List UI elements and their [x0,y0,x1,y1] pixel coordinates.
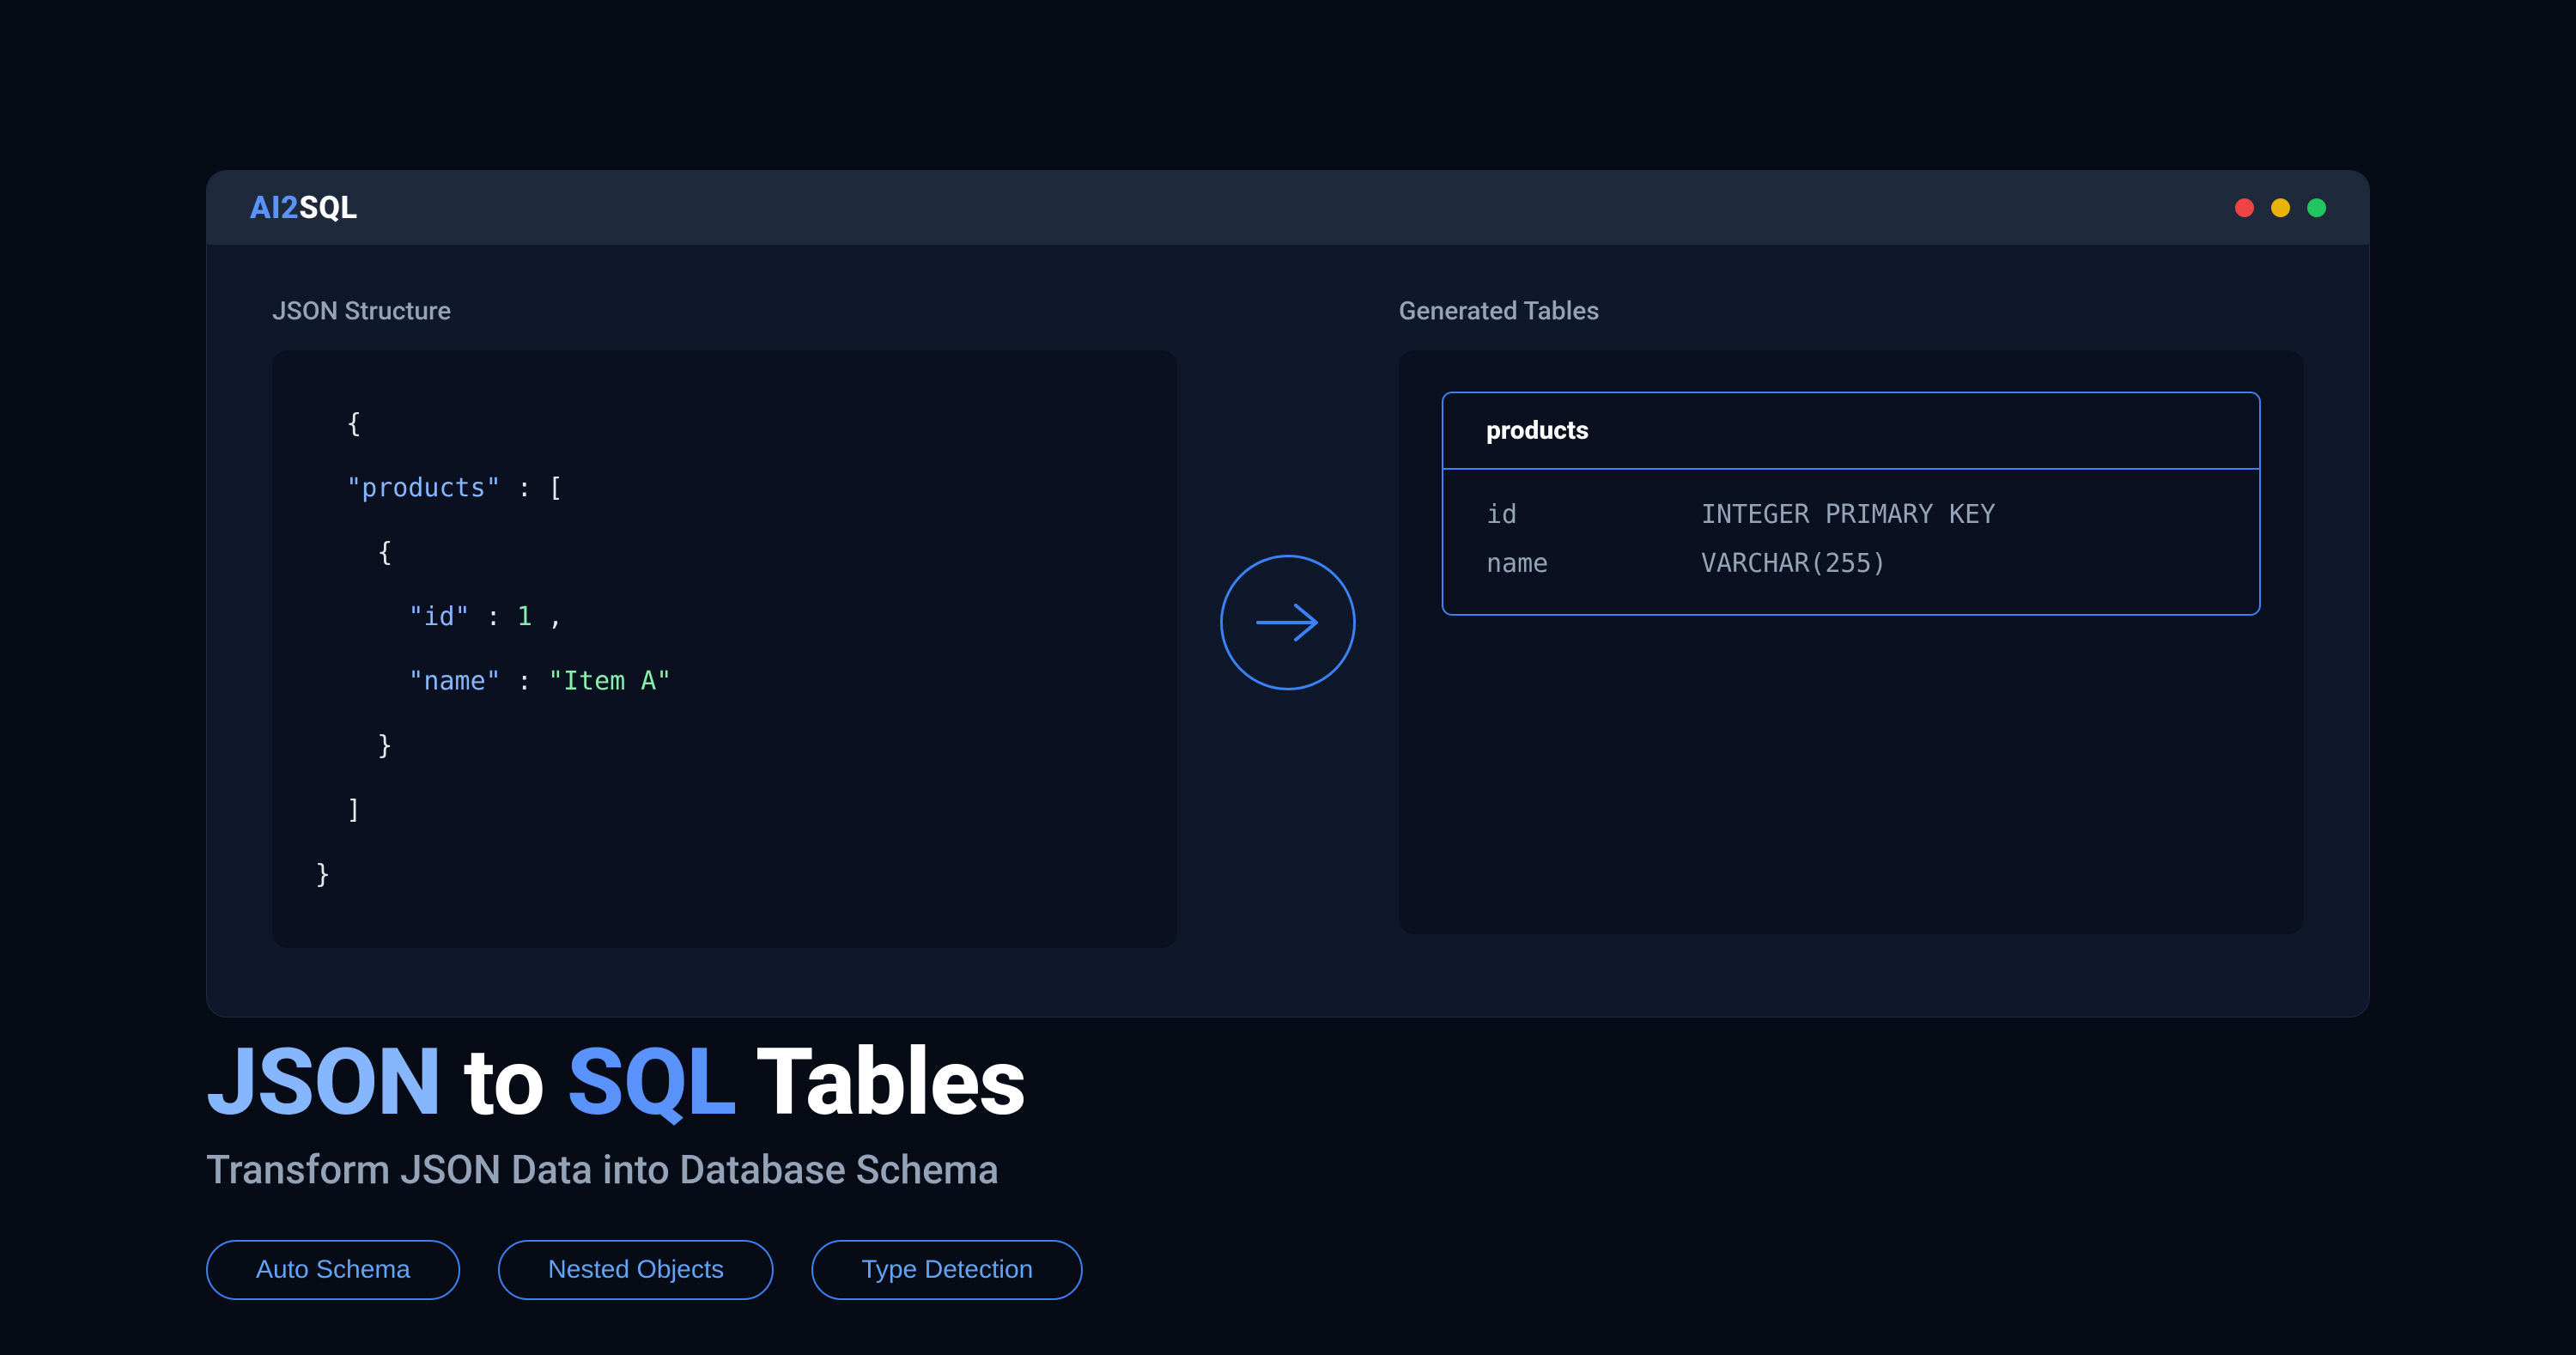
page-container: AI2SQL JSON Structure { "products" : [ {… [0,0,2576,1334]
hero-section: JSON to SQL Tables Transform JSON Data i… [206,1035,2370,1300]
hero-title-sql: SQL [567,1029,736,1137]
hero-title: JSON to SQL Tables [206,1035,2370,1132]
table-column-name: id [1486,490,1701,539]
json-code: { "products" : [ { "id" : 1 , "name" : "… [315,392,1134,907]
brand-part1: AI2 [250,190,299,226]
feature-pill[interactable]: Auto Schema [206,1240,460,1300]
table-columns: idINTEGER PRIMARY KEYnameVARCHAR(255) [1443,470,2259,614]
table-name: products [1443,393,2259,470]
tables-code-box: products idINTEGER PRIMARY KEYnameVARCHA… [1399,350,2304,934]
window-card: AI2SQL JSON Structure { "products" : [ {… [206,170,2370,1018]
arrow-divider [1220,555,1356,690]
minimize-icon[interactable] [2271,198,2290,217]
hero-title-json: JSON [206,1029,441,1137]
feature-pill-row: Auto Schema Nested Objects Type Detection [206,1240,2370,1300]
json-pane-title: JSON Structure [272,296,1177,326]
hero-title-to: to [464,1029,544,1137]
window-controls [2235,198,2326,217]
brand-logo: AI2SQL [250,190,358,226]
arrow-right-icon [1220,555,1356,690]
table-column-type: INTEGER PRIMARY KEY [1701,490,2216,539]
window-titlebar: AI2SQL [207,171,2369,245]
table-column-row: nameVARCHAR(255) [1486,539,2216,588]
table-card: products idINTEGER PRIMARY KEYnameVARCHA… [1442,392,2261,616]
maximize-icon[interactable] [2307,198,2326,217]
hero-subtitle: Transform JSON Data into Database Schema [206,1147,2370,1194]
brand-part2: SQL [299,190,357,226]
window-body: JSON Structure { "products" : [ { "id" :… [207,245,2369,1017]
json-pane: JSON Structure { "products" : [ { "id" :… [272,296,1177,948]
feature-pill[interactable]: Type Detection [811,1240,1083,1300]
close-icon[interactable] [2235,198,2254,217]
hero-title-tables: Tables [756,1029,1026,1137]
table-column-name: name [1486,539,1701,588]
table-column-row: idINTEGER PRIMARY KEY [1486,490,2216,539]
json-code-box: { "products" : [ { "id" : 1 , "name" : "… [272,350,1177,948]
tables-pane-title: Generated Tables [1399,296,2304,326]
feature-pill[interactable]: Nested Objects [498,1240,774,1300]
table-column-type: VARCHAR(255) [1701,539,2216,588]
tables-pane: Generated Tables products idINTEGER PRIM… [1399,296,2304,948]
